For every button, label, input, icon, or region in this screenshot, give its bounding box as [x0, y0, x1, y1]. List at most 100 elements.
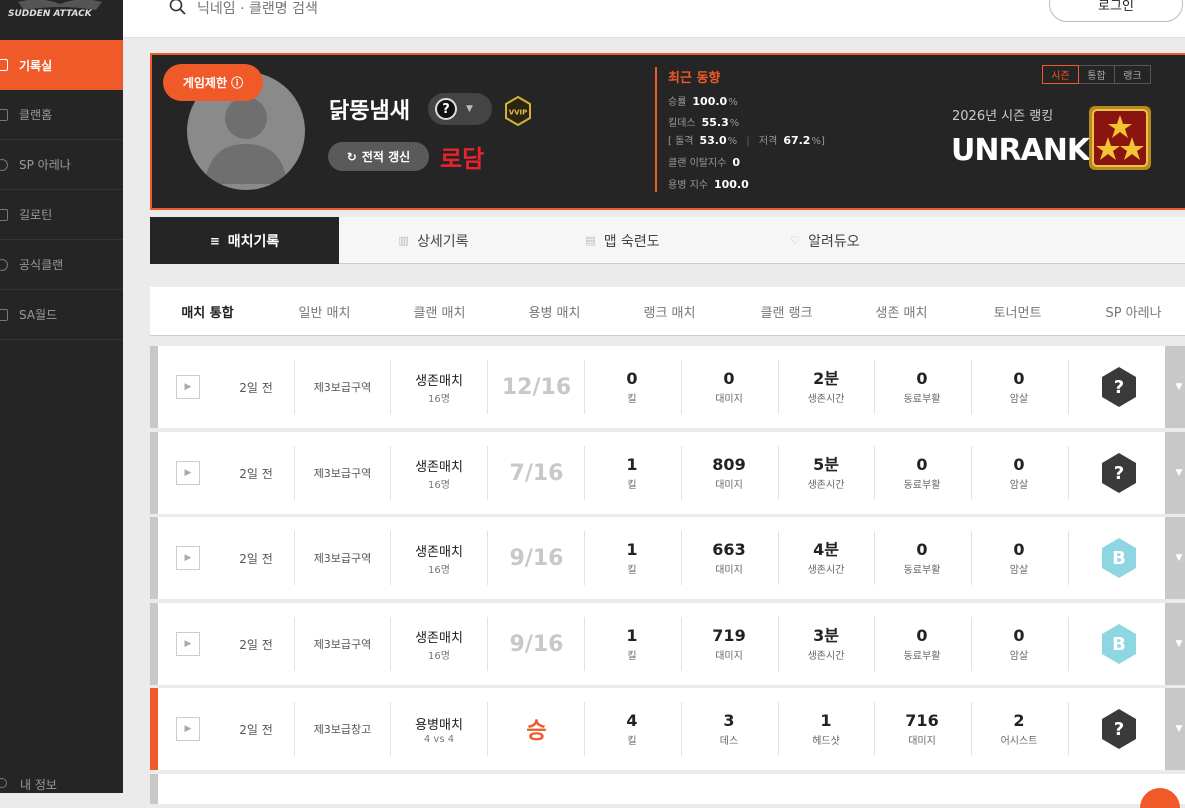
list-icon: ≡ [209, 233, 220, 248]
sidebar-item-sa-world[interactable]: SA월드 [0, 290, 123, 340]
login-button[interactable]: 로그인 [1049, 0, 1183, 22]
my-info-label: 내 정보 [20, 778, 57, 792]
filter-rank[interactable]: 랭크 매치 [612, 287, 727, 336]
expand-row-button[interactable]: ▼ [1165, 688, 1185, 770]
stat-value: 716 [905, 710, 939, 730]
stat-value: 3분 [813, 625, 839, 645]
stat-cell: 663 대미지 [681, 517, 777, 599]
stat-value: 4 [626, 710, 638, 730]
replay-play-icon[interactable]: ▶ [176, 461, 200, 485]
divider [1068, 360, 1069, 414]
refresh-icon: ↻ [346, 149, 357, 164]
tab-duo[interactable]: ♡ 알려듀오 [717, 217, 933, 264]
match-mode-cell: 용병매치 4 vs 4 [391, 688, 487, 770]
expand-row-button[interactable]: ▼ [1165, 432, 1185, 514]
match-mode: 생존매치 [415, 459, 463, 475]
expand-row-button[interactable]: ▼ [1165, 603, 1185, 685]
stat-cell: 809 대미지 [681, 432, 777, 514]
filter-mercenary[interactable]: 용병 매치 [497, 287, 612, 336]
stat-label: 킬 [627, 479, 637, 491]
tab-combined[interactable]: 통합 [1078, 65, 1115, 84]
stat-label: 동료부활 [903, 564, 941, 576]
caret-down-icon: ▼ [1175, 639, 1183, 649]
stat-value: 4분 [813, 539, 839, 559]
match-mode-cell: 생존매치 16명 [391, 517, 487, 599]
filter-normal[interactable]: 일반 매치 [267, 287, 382, 336]
win-rate-value: 100.0 [692, 95, 728, 108]
stat-cell: 0 암살 [971, 517, 1067, 599]
stat-value: 1 [820, 710, 832, 730]
tab-season[interactable]: 시즌 [1042, 65, 1079, 84]
match-mode-sub: 16명 [428, 564, 450, 576]
stat-value: 1 [626, 454, 638, 474]
filter-sp-arena[interactable]: SP 아레나 [1076, 287, 1185, 336]
tab-map-proficiency[interactable]: ▤ 맵 숙련도 [528, 217, 717, 264]
match-result-cell: 7/16 [488, 432, 585, 514]
bracket-close: ] [820, 136, 825, 147]
search-icon[interactable] [169, 0, 187, 20]
stat-label: 킬 [627, 564, 637, 576]
stat-cell: 716 대미지 [874, 688, 970, 770]
stat-value: 0 [1013, 454, 1025, 474]
rank-emblem-text: ? [1114, 719, 1124, 740]
rank-b-icon: B [1100, 537, 1138, 583]
stat-value: 3 [723, 710, 735, 730]
match-row[interactable]: ▶ 2일 전 제3보급창고 용병매치 4 vs 4 승 4 킬 3 데스 1 헤드샷 716 대미지 2 어시… [150, 688, 1185, 770]
match-row[interactable]: ▶ 2일 전 제3보급구역 생존매치 16명 9/16 1 킬 719 대미지 3분 생존시간 0 동료부… [150, 603, 1185, 685]
sidebar-item-clan-home[interactable]: 클랜홈 [0, 90, 123, 140]
stat-label: 헤드샷 [812, 735, 840, 747]
sidebar-item-records[interactable]: 기록실 [0, 40, 123, 90]
season-rank-value: UNRANK [951, 133, 1090, 168]
sidebar-item-official-clan[interactable]: 공식클랜 [0, 240, 123, 290]
search-input[interactable] [197, 0, 497, 18]
sidebar-item-sp-arena[interactable]: SP 아레나 [0, 140, 123, 190]
filter-clan[interactable]: 클랜 매치 [382, 287, 497, 336]
match-time-cell: 2일 전 [210, 517, 302, 599]
match-row[interactable]: ▶ 2일 전 제3보급구역 생존매치 16명 12/16 0 킬 0 대미지 2분 생존시간 0 동료부활… [150, 346, 1185, 428]
stat-label: 대미지 [715, 650, 743, 662]
tab-rank[interactable]: 랭크 [1114, 65, 1151, 84]
stat-label: 대미지 [908, 735, 936, 747]
match-mode-cell: 생존매치 16명 [391, 432, 487, 514]
stat-value: 5분 [813, 454, 839, 474]
sudden-attack-logo[interactable]: SUDDEN ATTACK [0, 0, 123, 30]
game-restriction-badge[interactable]: 게임제한 ⓘ [163, 64, 263, 101]
replay-play-icon[interactable]: ▶ [176, 632, 200, 656]
replay-play-icon[interactable]: ▶ [176, 546, 200, 570]
sidebar-my-info[interactable]: 내 정보 [0, 776, 123, 796]
svg-text:SUDDEN ATTACK: SUDDEN ATTACK [8, 9, 93, 19]
match-row[interactable]: ▶ 2일 전 제3보급구역 생존매치 16명 9/16 1 킬 663 대미지 4분 생존시간 0 동료부… [150, 517, 1185, 599]
match-map: 제3보급구역 [313, 552, 372, 565]
filter-all[interactable]: 매치 통합 [150, 287, 265, 336]
filter-tournament[interactable]: 토너먼트 [960, 287, 1075, 336]
percent-unit: % [727, 136, 738, 147]
percent-unit: % [729, 118, 740, 129]
stat-cell: 0 암살 [971, 432, 1067, 514]
refresh-record-button[interactable]: ↻ 전적 갱신 [328, 142, 429, 171]
tab-label: 알려듀오 [808, 233, 860, 250]
divider [1068, 702, 1069, 756]
divider [1068, 531, 1069, 585]
stat-cell: 2분 생존시간 [778, 346, 874, 428]
match-row[interactable] [150, 774, 1185, 804]
filter-survival[interactable]: 생존 매치 [844, 287, 959, 336]
filter-clan-rank[interactable]: 클랜 랭크 [729, 287, 844, 336]
tab-match-records[interactable]: ≡ 매치기록 [150, 217, 339, 264]
rank-selector[interactable]: ? ▼ [428, 93, 492, 125]
stat-label: 암살 [1009, 564, 1029, 576]
sidebar-item-guillotine[interactable]: 길로틴 [0, 190, 123, 240]
match-result: 7/16 [509, 460, 564, 486]
stat-label: 생존시간 [807, 650, 845, 662]
stat-label: 생존시간 [807, 564, 845, 576]
expand-row-button[interactable]: ▼ [1165, 517, 1185, 599]
sidebar-item-label: SP 아레나 [19, 158, 71, 172]
stat-label: 암살 [1009, 479, 1029, 491]
match-result: 승 [526, 719, 547, 744]
match-row[interactable]: ▶ 2일 전 제3보급구역 생존매치 16명 7/16 1 킬 809 대미지 5분 생존시간 0 동료부… [150, 432, 1185, 514]
clan-tag[interactable]: 로담 [440, 139, 484, 174]
replay-play-icon[interactable]: ▶ [176, 717, 200, 741]
stat-cell: 1킬 [584, 517, 680, 599]
expand-row-button[interactable]: ▼ [1165, 346, 1185, 428]
replay-play-icon[interactable]: ▶ [176, 375, 200, 399]
tab-detail-records[interactable]: ▥ 상세기록 [339, 217, 528, 264]
